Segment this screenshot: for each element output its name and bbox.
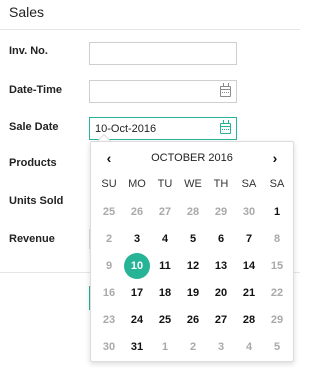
- calendar-day[interactable]: 23: [95, 306, 123, 334]
- calendar-day[interactable]: 14: [235, 252, 263, 280]
- weekday-label: MO: [128, 178, 146, 190]
- calendar-icon[interactable]: [220, 83, 231, 97]
- calendar-day[interactable]: 2: [179, 333, 207, 361]
- weekday-label: SA: [241, 178, 257, 190]
- calendar-day[interactable]: 17: [123, 279, 151, 307]
- calendar-day[interactable]: 25: [95, 198, 123, 226]
- inv-no-label: Inv. No.: [9, 45, 48, 57]
- calendar-day[interactable]: 3: [207, 333, 235, 361]
- calendar-day[interactable]: 9: [95, 252, 123, 280]
- calendar-icon[interactable]: [220, 120, 231, 134]
- units-sold-label: Units Sold: [9, 195, 64, 207]
- weekday-label: WE: [184, 178, 202, 190]
- calendar-day[interactable]: 1: [151, 333, 179, 361]
- calendar-day[interactable]: 27: [151, 198, 179, 226]
- calendar-day[interactable]: 8: [263, 225, 291, 253]
- calendar-day[interactable]: 28: [179, 198, 207, 226]
- calendar-day[interactable]: 22: [263, 279, 291, 307]
- weekday-label: TU: [157, 178, 173, 190]
- weekday-label: SA: [269, 178, 285, 190]
- calendar-day[interactable]: 11: [151, 252, 179, 280]
- calendar-day[interactable]: 29: [263, 306, 291, 334]
- calendar-day[interactable]: 30: [95, 333, 123, 361]
- page-title: Sales: [9, 4, 45, 20]
- calendar-day[interactable]: 21: [235, 279, 263, 307]
- calendar-week: 2 3 4 5 6 7 8: [95, 225, 291, 253]
- calendar-day[interactable]: 5: [179, 225, 207, 253]
- weekday-label: TH: [213, 178, 229, 190]
- calendar-day[interactable]: 19: [179, 279, 207, 307]
- calendar-day[interactable]: 4: [235, 333, 263, 361]
- calendar-day[interactable]: 26: [179, 306, 207, 334]
- inv-no-field[interactable]: [89, 42, 237, 65]
- calendar-day[interactable]: 27: [207, 306, 235, 334]
- calendar-day[interactable]: 25: [151, 306, 179, 334]
- calendar-day[interactable]: 5: [263, 333, 291, 361]
- month-label: OCTOBER 2016: [151, 152, 233, 164]
- calendar-day[interactable]: 29: [207, 198, 235, 226]
- calendar-week: 30 31 1 2 3 4 5: [95, 333, 291, 361]
- calendar-day[interactable]: 4: [151, 225, 179, 253]
- calendar-day[interactable]: 2: [95, 225, 123, 253]
- date-picker: ‹ OCTOBER 2016 › SU MO TU WE TH SA SA 25…: [90, 141, 294, 362]
- calendar-week: 16 17 18 19 20 21 22: [95, 279, 291, 307]
- prev-month-button[interactable]: ‹: [99, 150, 119, 166]
- calendar-day[interactable]: 15: [263, 252, 291, 280]
- next-month-button[interactable]: ›: [265, 150, 285, 166]
- revenue-label: Revenue: [9, 233, 55, 245]
- calendar-day[interactable]: 12: [179, 252, 207, 280]
- calendar-day[interactable]: 31: [123, 333, 151, 361]
- date-time-label: Date-Time: [9, 84, 62, 96]
- weekday-header: SU MO TU WE TH SA SA: [95, 178, 291, 190]
- calendar-day-selected[interactable]: 10: [123, 252, 151, 280]
- sale-date-label: Sale Date: [9, 121, 59, 133]
- calendar-day[interactable]: 7: [235, 225, 263, 253]
- calendar-day[interactable]: 6: [207, 225, 235, 253]
- calendar-day[interactable]: 28: [235, 306, 263, 334]
- products-label: Products: [9, 157, 57, 169]
- calendar-week: 9 10 11 12 13 14 15: [95, 252, 291, 280]
- calendar-day[interactable]: 30: [235, 198, 263, 226]
- calendar-week: 25 26 27 28 29 30 1: [95, 198, 291, 226]
- calendar-week: 23 24 25 26 27 28 29: [95, 306, 291, 334]
- calendar-day[interactable]: 3: [123, 225, 151, 253]
- calendar-day[interactable]: 20: [207, 279, 235, 307]
- calendar-day[interactable]: 13: [207, 252, 235, 280]
- sale-date-field[interactable]: 10-Oct-2016: [89, 117, 237, 140]
- date-time-field[interactable]: [89, 80, 237, 103]
- header: Sales: [0, 0, 300, 30]
- calendar-day[interactable]: 16: [95, 279, 123, 307]
- calendar-day[interactable]: 18: [151, 279, 179, 307]
- weekday-label: SU: [101, 178, 117, 190]
- calendar-day[interactable]: 24: [123, 306, 151, 334]
- calendar-day[interactable]: 1: [263, 198, 291, 226]
- calendar-day[interactable]: 26: [123, 198, 151, 226]
